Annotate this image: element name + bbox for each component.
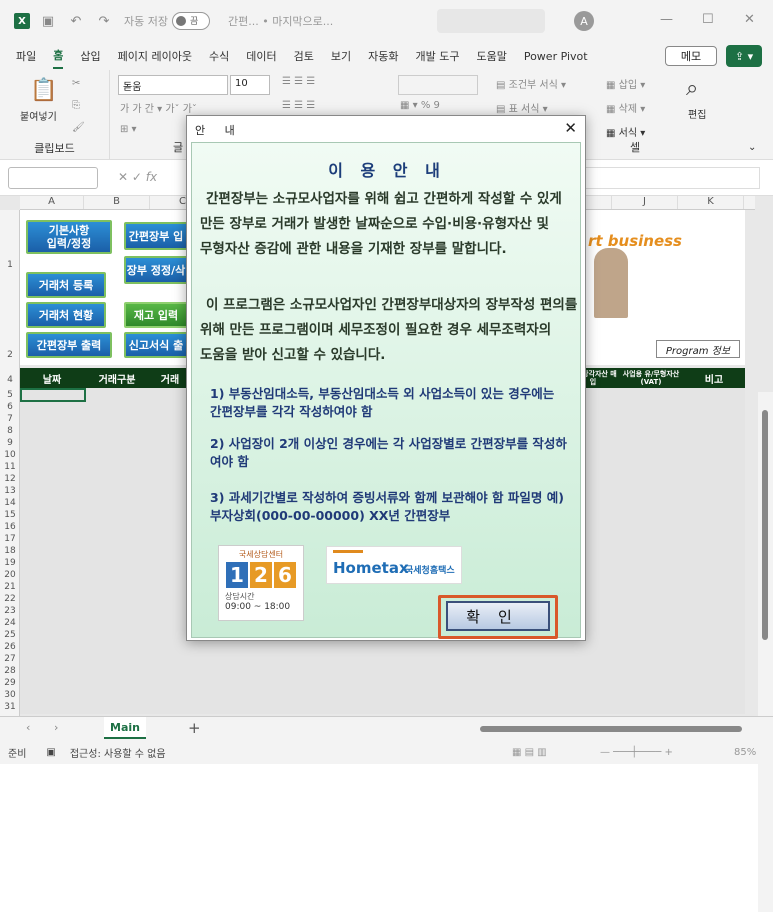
sheet-tab-main[interactable]: Main bbox=[104, 717, 146, 739]
add-sheet-icon[interactable]: + bbox=[188, 719, 201, 737]
ok-button[interactable]: 확인 bbox=[446, 601, 550, 631]
font-size-buttons[interactable]: 가 가 간 ▾ 가ˇ 가ˇ bbox=[120, 100, 197, 115]
name-box[interactable] bbox=[8, 167, 98, 189]
dialog-heading: 이 용 안 내 bbox=[328, 161, 446, 180]
program-info-button[interactable]: Program 정보 bbox=[656, 340, 740, 358]
conditional-format-button[interactable]: ▤ 조건부 서식 ▾ bbox=[496, 76, 566, 91]
tab-insert[interactable]: 삽입 bbox=[80, 44, 100, 68]
tab-view[interactable]: 보기 bbox=[331, 44, 351, 68]
copy-icon[interactable]: ⎘ bbox=[72, 100, 80, 111]
avatar[interactable]: A bbox=[574, 11, 594, 31]
dialog-title: 안 내 bbox=[195, 124, 243, 137]
align-icon[interactable]: ☰ ☰ ☰ bbox=[282, 76, 315, 87]
delete-cells-button[interactable]: ▦ 삭제 ▾ bbox=[606, 100, 645, 115]
autosave-label: 자동 저장 bbox=[124, 15, 168, 28]
banner-text: rt business bbox=[588, 232, 682, 250]
sheet-tabs-bar: ‹ › Main + bbox=[0, 716, 773, 740]
search-box[interactable] bbox=[437, 9, 545, 33]
save-icon[interactable]: ▣ bbox=[38, 11, 58, 31]
ledger-input-button[interactable]: 간편장부 입 bbox=[124, 222, 188, 250]
cut-icon[interactable]: ✂ bbox=[72, 78, 80, 89]
tab-power-pivot[interactable]: Power Pivot bbox=[524, 46, 588, 67]
minimize-icon[interactable]: — bbox=[660, 12, 673, 27]
tab-automate[interactable]: 자동화 bbox=[368, 44, 398, 68]
ribbon-tabs: 파일 홈 삽입 페이지 레이아웃 수식 데이터 검토 보기 자동화 개발 도구 … bbox=[0, 42, 773, 70]
vendor-status-button[interactable]: 거래처 현황 bbox=[26, 302, 106, 328]
table-format-button[interactable]: ▤ 표 서식 ▾ bbox=[496, 100, 548, 115]
vendor-register-button[interactable]: 거래처 등록 bbox=[26, 272, 106, 298]
document-title[interactable]: 간편... • 마지막으로... bbox=[228, 13, 333, 29]
paste-icon[interactable]: 📋 bbox=[30, 78, 57, 103]
tab-review[interactable]: 검토 bbox=[294, 44, 314, 68]
next-sheet-icon[interactable]: › bbox=[54, 721, 58, 734]
stock-input-button[interactable]: 재고 입력 bbox=[124, 302, 188, 328]
intro-paragraph: 간편장부는 소규모사업자를 위해 쉽고 간편하게 작성할 수 있게 만든 장부로… bbox=[200, 191, 562, 257]
note-1: 1) 부동산임대소득, 부동산임대소득 외 사업소득이 있는 경우에는 간편장부… bbox=[210, 386, 555, 419]
banner-person-image bbox=[594, 248, 628, 318]
format-painter-icon[interactable]: 🖌 bbox=[72, 122, 85, 133]
tab-page-layout[interactable]: 페이지 레이아웃 bbox=[118, 44, 192, 68]
memo-button[interactable]: 메모 bbox=[665, 46, 717, 66]
border-icon[interactable]: ⊞ ▾ bbox=[120, 124, 137, 135]
tab-file[interactable]: 파일 bbox=[16, 44, 36, 68]
zoom-level[interactable]: 85% bbox=[734, 747, 756, 758]
tab-home[interactable]: 홈 bbox=[53, 43, 64, 69]
font-size-select[interactable]: 10 bbox=[230, 75, 270, 95]
tab-help[interactable]: 도움말 bbox=[476, 44, 506, 68]
font-group-label: 글 bbox=[172, 141, 184, 154]
maximize-icon[interactable]: ☐ bbox=[702, 12, 714, 27]
close-icon[interactable]: ✕ bbox=[564, 119, 577, 137]
note-3: 3) 과세기간별로 작성하여 증빙서류와 함께 보관해야 함 파일명 예) 부자… bbox=[210, 490, 564, 523]
basic-info-button[interactable]: 기본사항 입력/정정 bbox=[26, 220, 112, 254]
vertical-scrollbar[interactable] bbox=[758, 392, 773, 912]
view-mode-icons[interactable]: ▦ ▤ ▥ bbox=[512, 747, 547, 758]
format-cells-button[interactable]: ▦ 서식 ▾ bbox=[606, 124, 645, 139]
note-2: 2) 사업장이 2개 이상인 경우에는 각 사업장별로 간편장부를 작성하여야 … bbox=[210, 436, 567, 469]
status-bar: 준비 ▣ 접근성: 사용할 수 없음 ▦ ▤ ▥ — ───┼──── + 85… bbox=[0, 740, 773, 764]
cells-group-label: 셀 bbox=[629, 141, 641, 154]
find-icon[interactable]: ⌕ bbox=[686, 76, 698, 101]
edit-label[interactable]: 편집 bbox=[688, 106, 706, 121]
insert-cells-button[interactable]: ▦ 삽입 ▾ bbox=[606, 76, 645, 91]
dialog-body: 이 용 안 내 간편장부는 소규모사업자를 위해 쉽고 간편하게 작성할 수 있… bbox=[191, 142, 581, 639]
clipboard-group: 📋 붙여넣기 ✂ ⎘ 🖌 클립보드 bbox=[0, 70, 110, 160]
report-form-button[interactable]: 신고서식 출 bbox=[124, 332, 188, 358]
redo-icon[interactable]: ↷ bbox=[94, 11, 114, 31]
program-paragraph: 이 프로그램은 소규모사업자인 간편장부대상자의 장부작성 편의를 위해 만든 … bbox=[200, 297, 578, 363]
accessibility-status[interactable]: 접근성: 사용할 수 없음 bbox=[70, 745, 166, 760]
ready-status: 준비 bbox=[8, 748, 27, 760]
horizontal-scrollbar[interactable] bbox=[480, 726, 742, 732]
autosave-toggle[interactable]: 자동 저장 끔 bbox=[124, 12, 210, 30]
row-headers: 1 2 4 5 6 7 8 9 10 11 12 13 14 15 16 17 … bbox=[0, 210, 20, 716]
formula-buttons[interactable]: ✕ ✓ fx bbox=[118, 170, 157, 184]
undo-icon[interactable]: ↶ bbox=[66, 11, 86, 31]
macro-record-icon[interactable]: ▣ bbox=[46, 747, 55, 758]
number-format-select[interactable] bbox=[398, 75, 478, 95]
tab-developer[interactable]: 개발 도구 bbox=[415, 44, 459, 68]
paste-label[interactable]: 붙여넣기 bbox=[20, 108, 57, 123]
vertical-scroll-thumb[interactable] bbox=[762, 410, 768, 640]
dialog-titlebar: 안 내 ✕ bbox=[187, 116, 585, 142]
autosave-switch[interactable]: 끔 bbox=[171, 12, 210, 30]
align-bottom-icon[interactable]: ☰ ☰ ☰ bbox=[282, 100, 315, 111]
excel-logo-icon: X bbox=[14, 13, 30, 29]
ledger-print-button[interactable]: 간편장부 출력 bbox=[26, 332, 112, 358]
selected-cell[interactable] bbox=[20, 388, 86, 402]
zoom-slider[interactable]: — ───┼──── + bbox=[600, 747, 673, 758]
ledger-fix-button[interactable]: 장부 정정/삭 bbox=[124, 256, 188, 284]
share-button[interactable]: ⇪ ▾ bbox=[726, 45, 762, 67]
clipboard-group-label: 클립보드 bbox=[34, 142, 75, 155]
hometax-logo: Hometax 국세청홈택스 bbox=[326, 546, 462, 584]
info-dialog: 안 내 ✕ 이 용 안 내 간편장부는 소규모사업자를 위해 쉽고 간편하게 작… bbox=[186, 115, 586, 641]
collapse-ribbon-icon[interactable]: ⌄ bbox=[748, 142, 756, 153]
tab-formulas[interactable]: 수식 bbox=[209, 44, 229, 68]
tax-center-126-logo: 국세상담센터 1 2 6 상담시간 09:00 ~ 18:00 bbox=[218, 545, 304, 621]
prev-sheet-icon[interactable]: ‹ bbox=[26, 721, 30, 734]
title-bar: X ▣ ↶ ↷ 자동 저장 끔 간편... • 마지막으로... A — ☐ ✕ bbox=[0, 0, 773, 42]
font-name-select[interactable]: 돋움 bbox=[118, 75, 228, 95]
tab-data[interactable]: 데이터 bbox=[246, 44, 276, 68]
close-window-icon[interactable]: ✕ bbox=[744, 12, 755, 27]
percent-icon[interactable]: ▦ ▾ % 9 bbox=[400, 100, 440, 111]
